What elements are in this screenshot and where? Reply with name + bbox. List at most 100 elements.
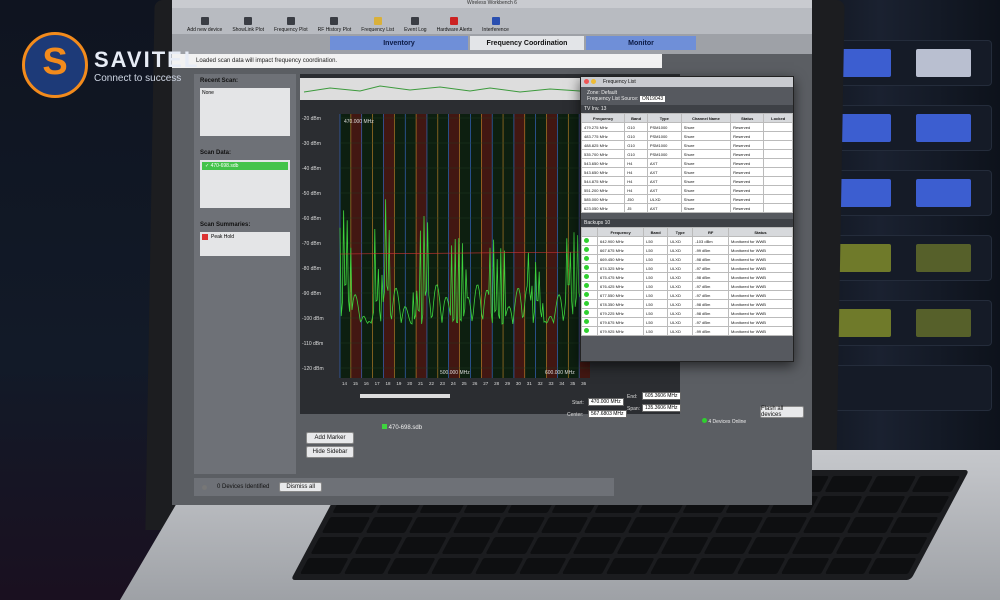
table-row[interactable]: 675.475 MHz L50 ULXD -98 dBm Monitored for W… [582,273,793,282]
savitel-logo-icon [22,32,88,98]
tab-inventory[interactable]: Inventory [330,36,468,50]
occupied-band [351,114,362,378]
table-cell: 479.275 MHz [582,123,625,132]
table-cell: 679.675 MHz [598,318,644,327]
keyboard-key [431,558,479,574]
frequency-list-button[interactable]: Frequency List [358,16,397,34]
table-row[interactable]: 544.875 MHz H4 AXT Shure Reserved [582,177,793,186]
backup-table: Frequency Band Type RF Status 642.900 MHz L50 U… [581,227,793,336]
table-cell: 674.325 MHz [598,264,644,273]
keyboard-key [868,558,916,574]
table-cell: 669.450 MHz [598,255,644,264]
column-header[interactable]: Status [729,228,793,237]
start-field[interactable]: 470.000 MHz [588,398,624,406]
table-cell: L50 [644,237,668,246]
end-label: End: [627,394,637,400]
table-cell: Reserved [731,150,764,159]
table-row[interactable]: 679.925 MHz L50 ULXD -99 dBm Monitored for W… [582,327,793,336]
column-header[interactable]: Frequency [582,114,625,123]
app-screen: Wireless Workbench 6 Add new device Show… [172,0,812,505]
add-icon [201,17,209,25]
column-header[interactable]: RF [693,228,729,237]
dismiss-all-button[interactable]: Dismiss all [279,482,322,492]
center-field[interactable]: 567.6803 MHz [588,410,627,418]
end-field[interactable]: 605.3606 MHz [642,392,681,400]
table-row[interactable]: 543.650 MHz H4 AXT Shure Reserved [582,159,793,168]
table-row[interactable]: 642.900 MHz L50 ULXD -103 dBm Monitored for … [582,237,793,246]
status-led [584,301,589,306]
source-select[interactable]: ON19043 [640,96,665,102]
table-row[interactable]: 535.700 MHz G10 PSM1000 Shure Reserved [582,150,793,159]
table-row[interactable]: 669.450 MHz L50 ULXD -98 dBm Monitored for W… [582,255,793,264]
column-header[interactable]: Band [625,114,648,123]
table-row[interactable]: 674.325 MHz L50 ULXD -97 dBm Monitored for W… [582,264,793,273]
table-row[interactable]: 678.350 MHz L50 ULXD -98 dBm Monitored for W… [582,300,793,309]
scan-file-item[interactable]: ✓ 470-698.sdb [202,162,288,170]
minimize-icon[interactable] [591,79,596,84]
table-cell [582,327,598,336]
table-row[interactable]: 551.200 MHz H4 AXT Shure Reserved [582,186,793,195]
rf-history-plot-button[interactable]: RF History Plot [315,16,355,34]
table-cell: -99 dBm [693,246,729,255]
close-icon[interactable] [584,79,589,84]
table-row[interactable]: 667.675 MHz L50 ULXD -99 dBm Monitored for W… [582,246,793,255]
occupied-band [449,114,460,378]
column-header[interactable]: Type [647,114,681,123]
interference-button[interactable]: Interference [479,16,512,34]
table-cell: ULXD [668,237,693,246]
keyboard-key [660,537,708,553]
status-led [584,310,589,315]
section2-header: Backups 10 [581,219,793,227]
hardware-alerts-button[interactable]: Hardware Alerts [434,16,476,34]
channel-label: 34 [559,381,565,386]
flash-all-button[interactable]: Flash all devices [760,406,804,418]
table-row[interactable]: 679.225 MHz L50 ULXD -98 dBm Monitored for W… [582,309,793,318]
tab-frequency-coordination[interactable]: Frequency Coordination [470,36,584,50]
table-row[interactable]: 679.675 MHz L50 ULXD -97 dBm Monitored for W… [582,318,793,327]
table-cell: 678.350 MHz [598,300,644,309]
tab-monitor[interactable]: Monitor [586,36,696,50]
table-row[interactable]: 623.050 MHz J5 AXT Shure Reserved [582,204,793,213]
y-tick-label: -100 dBm [302,316,324,322]
channel-label: 27 [483,381,489,386]
keyboard-key [748,537,796,553]
table-cell [582,309,598,318]
status-led [584,292,589,297]
window-titlebar: Wireless Workbench 6 [172,0,812,8]
keyboard-key [901,496,949,512]
table-row[interactable]: 543.650 MHz H4 AXT Shure Reserved [582,168,793,177]
table-row[interactable]: 488.825 MHz G10 PSM1000 Shure Reserved [582,141,793,150]
table-cell: Monitored for WWB [729,246,793,255]
table-row[interactable]: 479.275 MHz G10 PSM1000 Shure Reserved [582,123,793,132]
table-cell: -97 dBm [693,291,729,300]
showlink-plot-button[interactable]: ShowLink Plot [229,16,267,34]
rack-unit [820,235,992,281]
y-tick-label: -80 dBm [302,266,321,272]
column-header[interactable] [582,228,598,237]
channel-label: 32 [538,381,544,386]
frequency-plot-button[interactable]: Frequency Plot [271,16,311,34]
column-header[interactable]: Locked [764,114,793,123]
keyboard-key [540,517,588,533]
hide-sidebar-button[interactable]: Hide Sidebar [306,446,354,458]
keyboard-key [824,476,872,492]
table-cell: 623.050 MHz [582,204,625,213]
table-row[interactable]: 585.000 MHz J50 ULXD Shure Reserved [582,195,793,204]
column-header[interactable]: Channel Name [681,114,730,123]
table-cell: AXT [647,177,681,186]
event-log-button[interactable]: Event Log [401,16,430,34]
keyboard-key [671,517,719,533]
column-header[interactable]: Frequency [598,228,644,237]
column-header[interactable]: Band [644,228,668,237]
keyboard-key [529,537,577,553]
add-marker-button[interactable]: Add Marker [306,432,354,444]
column-header[interactable]: Status [731,114,764,123]
table-row[interactable]: 483.775 MHz G10 PSM1000 Shure Reserved [582,132,793,141]
rack-unit [820,170,992,216]
table-row[interactable]: 677.550 MHz L50 ULXD -97 dBm Monitored for W… [582,291,793,300]
plot-scrollbar[interactable] [360,394,450,398]
peak-hold-item[interactable]: Peak Hold [202,234,288,240]
column-header[interactable]: Type [668,228,693,237]
span-field[interactable]: 135.3606 MHz [642,404,681,412]
table-row[interactable]: 676.425 MHz L50 ULXD -97 dBm Monitored for W… [582,282,793,291]
